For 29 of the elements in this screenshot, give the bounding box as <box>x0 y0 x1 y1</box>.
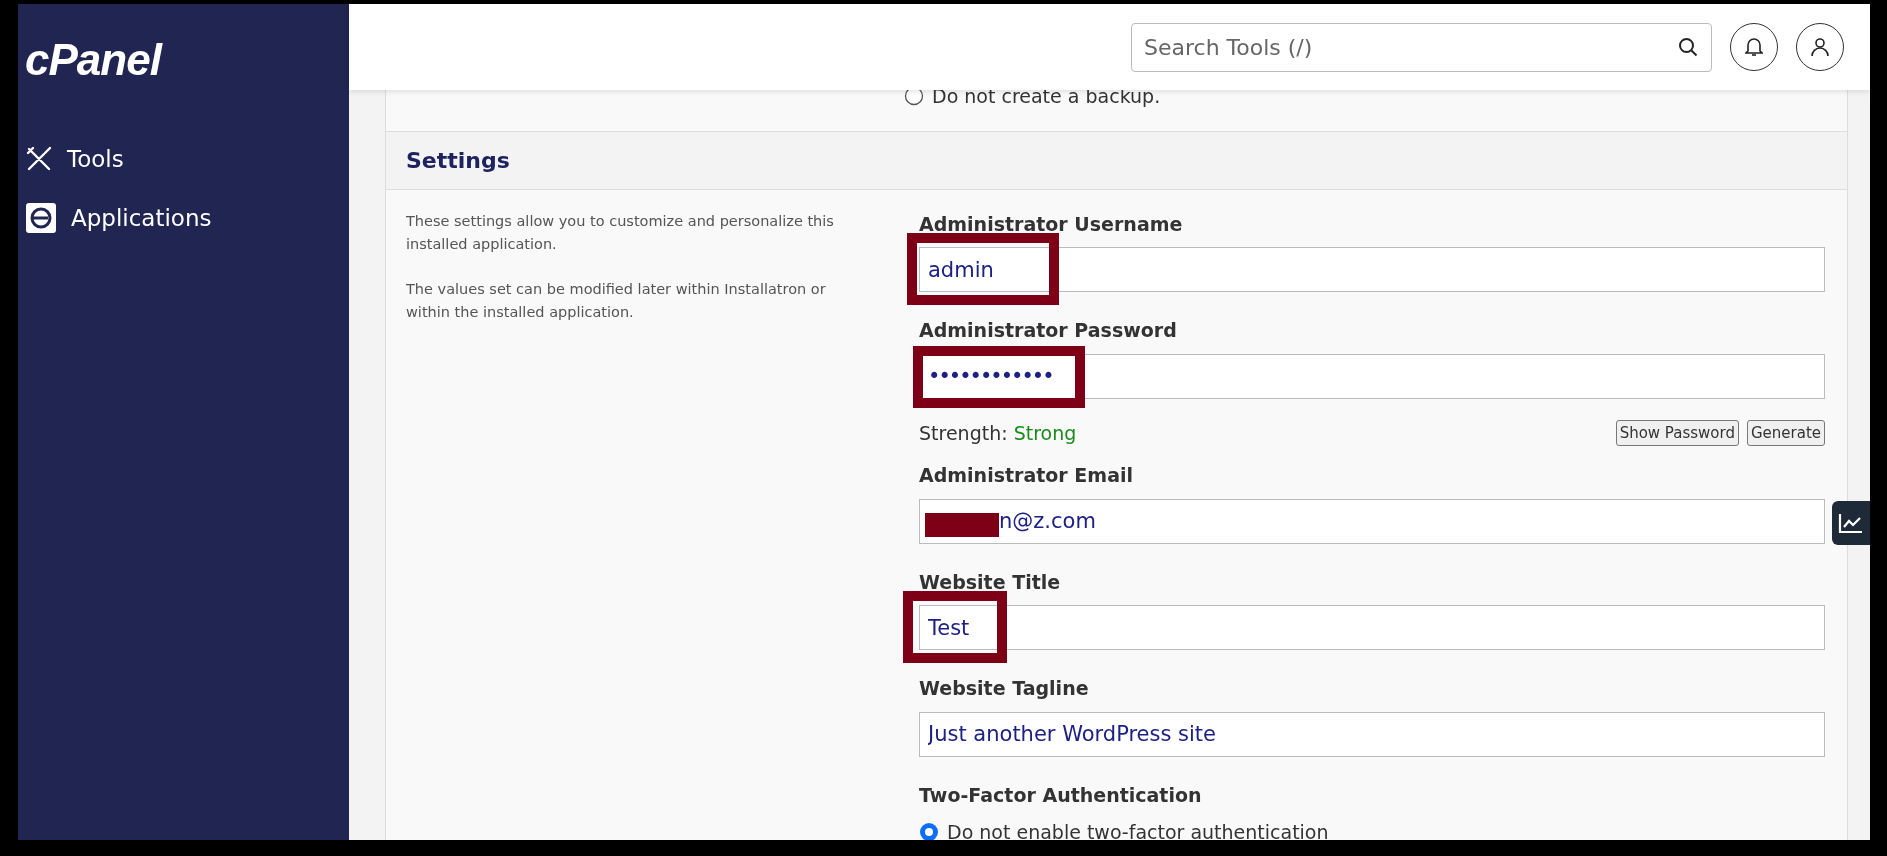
section-title: Settings <box>386 130 1847 190</box>
radio-label: Do not enable two-factor authentication <box>947 820 1329 840</box>
field-label: Website Title <box>919 569 1062 595</box>
field-label: Website Tagline <box>919 676 1090 701</box>
sidebar-item[interactable]: Applications <box>25 188 349 247</box>
notification-button[interactable] <box>1730 23 1778 71</box>
chart-button[interactable] <box>1832 501 1870 545</box>
chart-icon <box>1838 512 1864 534</box>
apps-icon <box>25 201 57 234</box>
user-button[interactable] <box>1796 23 1844 71</box>
logo: cPanel <box>25 38 161 82</box>
field-label: Administrator Username <box>919 211 1184 237</box>
search-icon <box>1678 36 1698 57</box>
field-label: Administrator Password <box>919 318 1178 343</box>
radio-button[interactable] <box>919 822 939 840</box>
bell-icon <box>1745 37 1763 57</box>
description-text: The values set can be modified later within Installatron or within the installed application. <box>406 279 827 323</box>
input-field[interactable]: Test <box>919 605 1825 650</box>
sidebar-item[interactable]: Tools <box>25 130 349 189</box>
small-button[interactable]: Show Password <box>1615 419 1739 446</box>
search-field[interactable]: Search Tools (/) <box>1131 22 1712 72</box>
field-label: Two-Factor Authentication <box>919 782 1203 808</box>
small-button[interactable]: Generate <box>1746 419 1825 446</box>
input-field[interactable]: admin <box>919 247 1825 292</box>
user-icon <box>1810 37 1830 57</box>
field-label: Administrator Email <box>919 463 1134 488</box>
strength-text: Strength: Strong <box>919 420 1077 446</box>
description-text: These settings allow you to customize and personalize this installed application. <box>406 211 835 254</box>
input-field[interactable]: n@z.com <box>919 498 1825 544</box>
